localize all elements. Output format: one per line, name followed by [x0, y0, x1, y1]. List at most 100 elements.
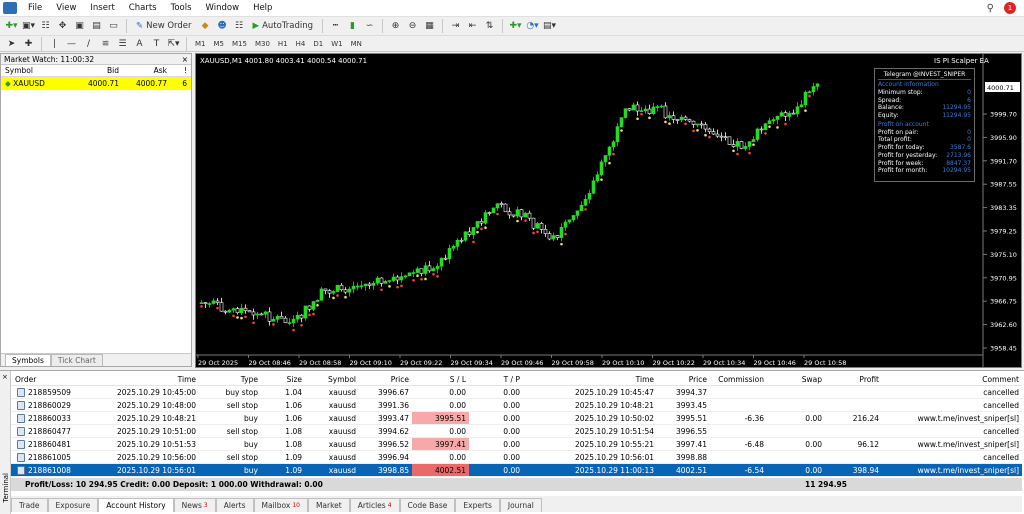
- trendline-icon[interactable]: ∕: [81, 36, 96, 51]
- tab-account-history[interactable]: Account History: [98, 498, 174, 512]
- autotrading-button[interactable]: ▶ AutoTrading: [249, 19, 317, 34]
- tab-label: Articles: [357, 501, 386, 510]
- signals-icon[interactable]: ☷: [232, 19, 247, 34]
- arrows-icon[interactable]: ⇱▾: [166, 36, 181, 51]
- column-header[interactable]: Symbol: [305, 374, 359, 385]
- tab-news[interactable]: News 3: [173, 498, 216, 512]
- terminal-icon[interactable]: ▤: [89, 19, 104, 34]
- add-indicator-icon[interactable]: ✚▾: [508, 19, 523, 34]
- indicators-icon[interactable]: ⇅: [482, 19, 497, 34]
- candle-chart-icon[interactable]: ▮: [345, 19, 360, 34]
- timeframe-d1[interactable]: D1: [310, 40, 326, 48]
- search-icon[interactable]: ⚲: [987, 3, 994, 14]
- col-ask[interactable]: Ask: [119, 66, 167, 75]
- candle-body: [775, 115, 780, 120]
- notification-icon[interactable]: 1: [1004, 2, 1016, 14]
- column-header[interactable]: Profit: [825, 374, 882, 385]
- column-header[interactable]: Commission: [710, 374, 767, 385]
- tab-exposure[interactable]: Exposure: [47, 498, 99, 512]
- tab-articles[interactable]: Articles 4: [349, 498, 400, 512]
- tile-windows-icon[interactable]: ▦: [422, 19, 437, 34]
- text-label-icon[interactable]: T: [149, 36, 164, 51]
- tab-mailbox[interactable]: Mailbox 10: [253, 498, 308, 512]
- fibonacci-icon[interactable]: ☰: [115, 36, 130, 51]
- column-header[interactable]: Price: [359, 374, 412, 385]
- menu-charts[interactable]: Charts: [122, 3, 164, 13]
- new-chart-icon[interactable]: ✚▾: [4, 19, 19, 34]
- table-row[interactable]: 218860481 2025.10.29 10:51:53 buy 1.08 xauus…: [11, 438, 1022, 451]
- timeframe-m1[interactable]: M1: [192, 40, 209, 48]
- menu-tools[interactable]: Tools: [164, 3, 199, 13]
- market-watch-row[interactable]: ◆ XAUUSD 4000.71 4000.77 6: [1, 77, 191, 90]
- timeframe-h1[interactable]: H1: [275, 40, 291, 48]
- people-icon[interactable]: ☻: [215, 19, 230, 34]
- tab-experts[interactable]: Experts: [455, 498, 500, 512]
- menu-view[interactable]: View: [49, 3, 83, 13]
- table-row[interactable]: 218861008 2025.10.29 10:56:01 buy 1.09 xauus…: [11, 464, 1022, 477]
- menu-file[interactable]: File: [21, 3, 49, 13]
- table-cell: xauusd: [328, 387, 356, 397]
- bar-chart-icon[interactable]: ┅: [328, 19, 343, 34]
- tab-trade[interactable]: Trade: [11, 498, 48, 512]
- col-spread[interactable]: !: [167, 66, 191, 75]
- data-window-icon[interactable]: ✥: [55, 19, 70, 34]
- tab-code-base[interactable]: Code Base: [399, 498, 456, 512]
- price-tick-label: 3995.90: [990, 134, 1017, 142]
- column-header[interactable]: Price: [657, 374, 710, 385]
- new-order-button[interactable]: ✎ New Order: [132, 19, 196, 34]
- tab-symbols[interactable]: Symbols: [5, 354, 51, 366]
- line-chart-icon[interactable]: ∽: [362, 19, 377, 34]
- timeframe-w1[interactable]: W1: [328, 40, 345, 48]
- table-row[interactable]: 218860477 2025.10.29 10:51:00 sell stop 1.0…: [11, 425, 1022, 438]
- column-header[interactable]: Type: [199, 374, 261, 385]
- zoom-in-icon[interactable]: ⊕: [388, 19, 403, 34]
- col-symbol[interactable]: Symbol: [1, 66, 73, 75]
- chart-shift-icon[interactable]: ⇤: [465, 19, 480, 34]
- table-row[interactable]: 218861005 2025.10.29 10:56:00 sell stop 1.0…: [11, 451, 1022, 464]
- chart-window[interactable]: 3999.70 3995.90 3991.70 3987.55 3983.35 3979.…: [195, 53, 1022, 368]
- table-row[interactable]: 218859509 2025.10.29 10:45:00 buy stop 1.04…: [11, 386, 1022, 399]
- channel-icon[interactable]: ≌: [98, 36, 113, 51]
- column-header[interactable]: S / L: [412, 374, 469, 385]
- tab-journal[interactable]: Journal: [499, 498, 542, 512]
- profiles-icon[interactable]: ▣▾: [21, 19, 36, 34]
- symbol-diamond-icon: ◆: [5, 79, 11, 88]
- table-row[interactable]: 218860033 2025.10.29 10:48:21 buy 1.06 xauus…: [11, 412, 1022, 425]
- menu-insert[interactable]: Insert: [83, 3, 121, 13]
- crosshair-icon[interactable]: ✚: [21, 36, 36, 51]
- menu-help[interactable]: Help: [246, 3, 279, 13]
- column-header[interactable]: Time: [73, 374, 199, 385]
- timeframe-m5[interactable]: M5: [211, 40, 228, 48]
- navigator-icon[interactable]: ▣: [72, 19, 87, 34]
- column-header[interactable]: Swap: [767, 374, 825, 385]
- terminal-close-icon[interactable]: ×: [2, 373, 8, 381]
- tab-market[interactable]: Market: [307, 498, 350, 512]
- col-bid[interactable]: Bid: [73, 66, 119, 75]
- zoom-out-icon[interactable]: ⊖: [405, 19, 420, 34]
- periods-icon[interactable]: ◔▾: [525, 19, 540, 34]
- column-header[interactable]: Size: [261, 374, 305, 385]
- column-header[interactable]: Comment: [882, 374, 1022, 385]
- column-header[interactable]: Order: [11, 374, 73, 385]
- tab-alerts[interactable]: Alerts: [215, 498, 254, 512]
- menu-window[interactable]: Window: [199, 3, 247, 13]
- table-row[interactable]: 218860029 2025.10.29 10:48:00 sell stop 1.0…: [11, 399, 1022, 412]
- timeframe-m15[interactable]: M15: [229, 40, 250, 48]
- auto-scroll-icon[interactable]: ⇥: [448, 19, 463, 34]
- metaeditor-icon[interactable]: ◆: [198, 19, 213, 34]
- tab-tick-chart[interactable]: Tick Chart: [50, 354, 103, 366]
- trade-marker: [704, 133, 707, 137]
- timeframe-h4[interactable]: H4: [293, 40, 309, 48]
- column-header[interactable]: T / P: [469, 374, 523, 385]
- vertical-line-icon[interactable]: |: [47, 36, 62, 51]
- timeframe-m30[interactable]: M30: [252, 40, 273, 48]
- horizontal-line-icon[interactable]: —: [64, 36, 79, 51]
- column-header[interactable]: Time: [523, 374, 657, 385]
- strategy-tester-icon[interactable]: ▭: [106, 19, 121, 34]
- timeframe-mn[interactable]: MN: [348, 40, 365, 48]
- close-icon[interactable]: ×: [182, 55, 191, 64]
- templates-icon[interactable]: ▤▾: [542, 19, 557, 34]
- cursor-icon[interactable]: ➤: [4, 36, 19, 51]
- text-icon[interactable]: A: [132, 36, 147, 51]
- market-watch-icon[interactable]: ☷: [38, 19, 53, 34]
